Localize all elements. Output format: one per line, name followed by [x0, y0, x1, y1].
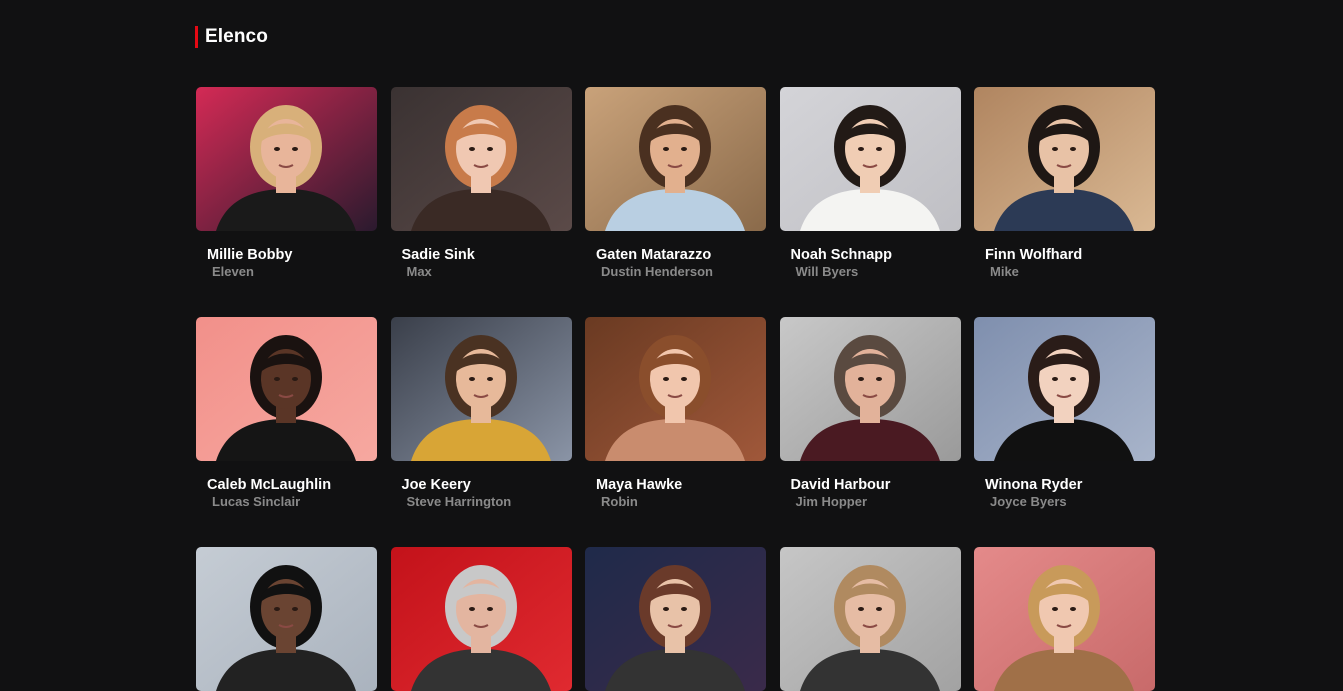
cast-card[interactable] [779, 547, 961, 691]
cast-photo-image [974, 547, 1155, 691]
cast-photo[interactable] [974, 547, 1155, 691]
cast-photo[interactable] [779, 317, 961, 461]
cast-photo-image [196, 87, 377, 231]
character-name: Steve Harrington [406, 494, 512, 509]
cast-card[interactable]: Gaten Matarazzo Dustin Henderson [585, 87, 766, 279]
cast-caption: Millie Bobby Eleven [207, 247, 382, 279]
cast-photo[interactable] [585, 317, 766, 461]
actor-name: Sadie Sink [401, 247, 475, 263]
cast-caption: Maya Hawke Robin [596, 477, 771, 509]
cast-photo[interactable] [196, 547, 377, 691]
cast-card[interactable] [390, 547, 572, 691]
cast-caption: Caleb McLaughlin Lucas Sinclair [207, 477, 382, 509]
character-name: Lucas Sinclair [212, 494, 301, 509]
character-name: Joyce Byers [990, 494, 1067, 509]
character-name: Jim Hopper [795, 494, 868, 509]
actor-name: Millie Bobby [207, 247, 293, 263]
character-name: Robin [601, 494, 638, 509]
cast-photo[interactable] [974, 87, 1155, 231]
cast-caption: Noah Schnapp Will Byers [791, 247, 966, 279]
cast-photo[interactable] [779, 547, 961, 691]
cast-photo-image [585, 547, 766, 691]
cast-card[interactable]: Caleb McLaughlin Lucas Sinclair [196, 317, 377, 509]
cast-grid: Millie Bobby Eleven Sadie Sink Max Gaten Mat… [196, 87, 1156, 691]
cast-card[interactable]: Finn Wolfhard Mike [974, 87, 1155, 279]
cast-photo-image [779, 317, 961, 461]
cast-photo[interactable] [585, 87, 766, 231]
cast-section: Elenco Millie Bobby Eleven Sadie Sink Max Ga… [0, 0, 1343, 691]
actor-name: Joe Keery [401, 477, 471, 493]
cast-photo[interactable] [390, 547, 572, 691]
cast-card[interactable]: Millie Bobby Eleven [196, 87, 377, 279]
cast-photo[interactable] [779, 87, 961, 231]
cast-photo[interactable] [974, 317, 1155, 461]
cast-photo-image [585, 87, 766, 231]
actor-name: Caleb McLaughlin [207, 477, 332, 493]
actor-name: David Harbour [790, 477, 891, 493]
cast-photo[interactable] [585, 547, 766, 691]
cast-caption: Winona Ryder Joyce Byers [985, 477, 1160, 509]
cast-card[interactable] [585, 547, 766, 691]
cast-photo-image [390, 547, 572, 691]
cast-photo[interactable] [196, 317, 377, 461]
cast-caption: Sadie Sink Max [402, 247, 577, 279]
cast-photo-image [390, 87, 572, 231]
character-name: Max [406, 264, 432, 279]
actor-name: Finn Wolfhard [985, 247, 1083, 263]
cast-photo-image [779, 87, 961, 231]
cast-photo-image [585, 317, 766, 461]
actor-name: Noah Schnapp [790, 247, 893, 263]
cast-card[interactable]: Maya Hawke Robin [585, 317, 766, 509]
actor-name: Gaten Matarazzo [596, 247, 712, 263]
actor-name: Maya Hawke [596, 477, 683, 493]
cast-caption: Finn Wolfhard Mike [985, 247, 1160, 279]
cast-card[interactable] [974, 547, 1155, 691]
actor-name: Winona Ryder [985, 477, 1083, 493]
character-name: Dustin Henderson [601, 264, 713, 279]
heading-accent-bar [195, 25, 198, 48]
cast-card[interactable]: Joe Keery Steve Harrington [390, 317, 572, 509]
cast-caption: Gaten Matarazzo Dustin Henderson [596, 247, 771, 279]
cast-caption: Joe Keery Steve Harrington [402, 477, 577, 509]
cast-photo[interactable] [390, 87, 572, 231]
cast-card[interactable]: Noah Schnapp Will Byers [779, 87, 961, 279]
character-name: Eleven [212, 264, 254, 279]
cast-photo-image [974, 87, 1155, 231]
cast-photo[interactable] [196, 87, 377, 231]
cast-card[interactable]: David Harbour Jim Hopper [779, 317, 961, 509]
character-name: Mike [990, 264, 1019, 279]
cast-photo-image [974, 317, 1155, 461]
cast-card[interactable] [196, 547, 377, 691]
cast-photo-image [779, 547, 961, 691]
cast-photo-image [196, 317, 377, 461]
cast-caption: David Harbour Jim Hopper [791, 477, 966, 509]
cast-photo-image [196, 547, 377, 691]
cast-card[interactable]: Winona Ryder Joyce Byers [974, 317, 1155, 509]
section-title: Elenco [205, 25, 268, 47]
cast-photo[interactable] [390, 317, 572, 461]
section-heading: Elenco [195, 25, 268, 48]
character-name: Will Byers [795, 264, 859, 279]
cast-card[interactable]: Sadie Sink Max [390, 87, 572, 279]
cast-photo-image [390, 317, 572, 461]
